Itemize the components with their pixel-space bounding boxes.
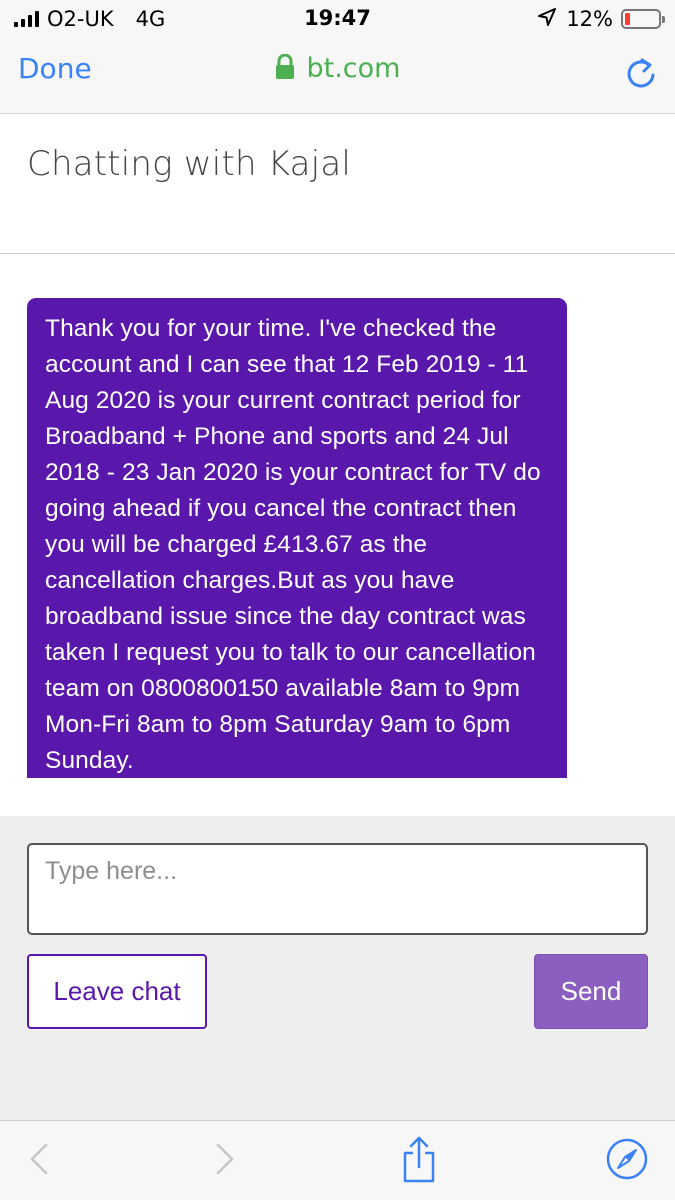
url-display[interactable]: bt.com <box>0 53 675 84</box>
composer: Leave chat Send <box>0 816 675 1120</box>
message-input[interactable] <box>27 843 648 935</box>
chat-title: Chatting with Kajal <box>27 144 351 184</box>
reload-icon <box>625 58 657 94</box>
status-right: 12% <box>538 7 665 31</box>
reload-button[interactable] <box>625 56 657 94</box>
status-bar: O2-UK 4G 19:47 12% <box>0 0 675 38</box>
battery-percent: 12% <box>566 7 613 31</box>
share-button[interactable] <box>394 1121 444 1200</box>
back-button[interactable] <box>14 1121 64 1200</box>
share-icon <box>401 1135 437 1187</box>
compass-icon <box>606 1138 648 1184</box>
chat-header: Chatting with Kajal <box>0 114 675 254</box>
lock-icon <box>275 53 295 84</box>
browser-nav-bar: Done bt.com <box>0 38 675 114</box>
forward-icon <box>215 1142 235 1180</box>
leave-chat-button[interactable]: Leave chat <box>27 954 207 1029</box>
battery-icon <box>621 9 665 29</box>
agent-message-text: Thank you for your time. I've checked th… <box>45 315 541 774</box>
browser-toolbar <box>0 1120 675 1200</box>
agent-message-bubble: Thank you for your time. I've checked th… <box>27 298 567 778</box>
back-icon <box>29 1142 49 1180</box>
send-button[interactable]: Send <box>534 954 648 1029</box>
location-icon <box>538 7 557 31</box>
forward-button[interactable] <box>200 1121 250 1200</box>
safari-button[interactable] <box>600 1121 654 1200</box>
url-text: bt.com <box>306 53 401 84</box>
message-list[interactable]: Thank you for your time. I've checked th… <box>0 254 675 816</box>
